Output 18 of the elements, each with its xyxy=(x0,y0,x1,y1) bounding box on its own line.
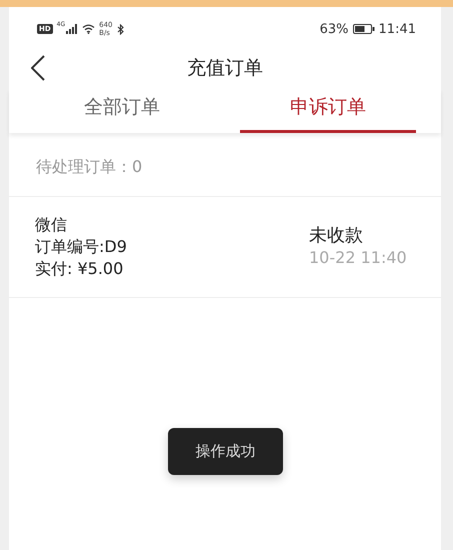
pending-count: 待处理订单：0 xyxy=(36,156,142,178)
battery-icon xyxy=(352,24,375,34)
order-tab[interactable]: 全部订单 xyxy=(34,89,210,133)
bluetooth-icon xyxy=(116,24,124,34)
order-status: 未收款 xyxy=(309,225,364,247)
order-time: 10-22 11:40 xyxy=(309,247,408,269)
order-number: 订单编号:D9 xyxy=(35,236,127,258)
page-title: 充值订单 xyxy=(187,56,263,81)
battery-percent: 63% xyxy=(320,22,349,36)
paid-amount: 实付: ¥5.00 xyxy=(35,258,124,280)
toast: 操作成功 xyxy=(168,428,283,475)
order-tab[interactable]: 申诉订单 xyxy=(240,89,416,133)
order-row[interactable]: 微信 订单编号:D9 实付: ¥5.00 未收款 10-22 11:40 xyxy=(9,197,441,298)
signal-icon xyxy=(66,24,78,34)
wifi-icon xyxy=(82,24,96,34)
back-icon[interactable] xyxy=(31,55,45,81)
clock: 11:41 xyxy=(378,22,416,36)
payment-method: 微信 xyxy=(35,214,68,236)
